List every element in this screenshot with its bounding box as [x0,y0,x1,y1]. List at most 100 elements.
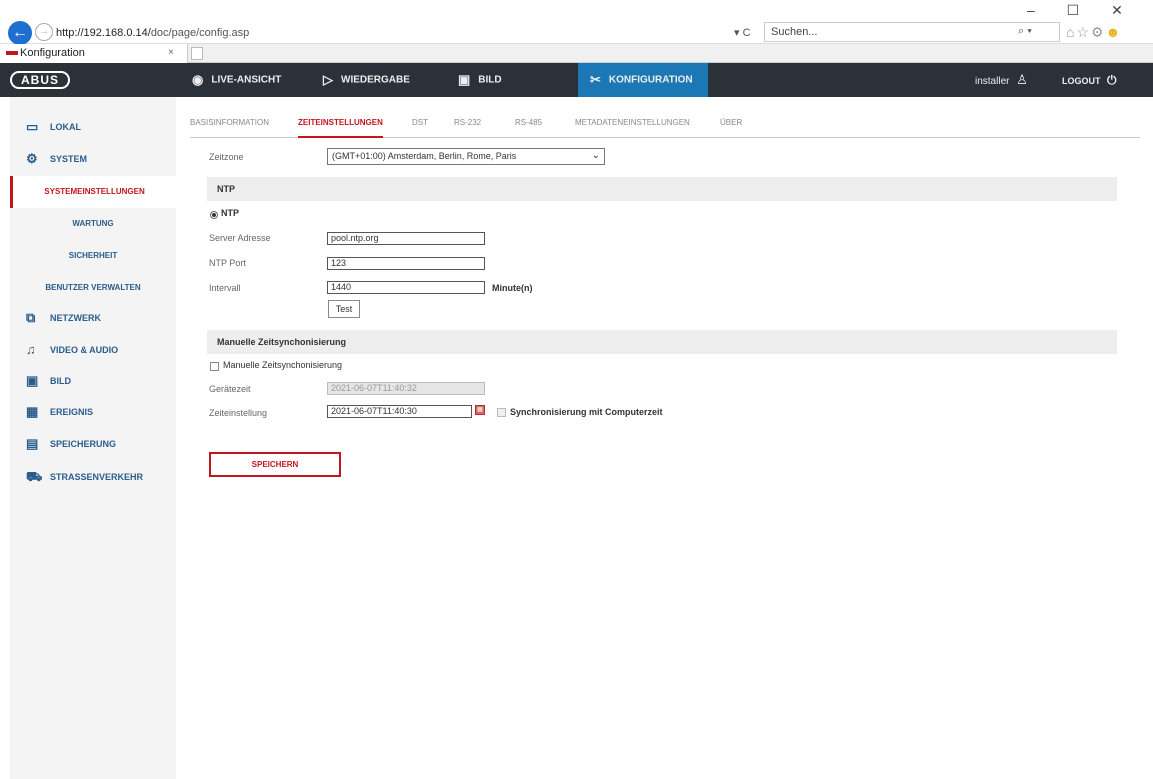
timezone-label: Zeitzone [209,152,244,162]
smiley-icon[interactable]: ☻ [1106,24,1123,40]
browser-favorites-icons[interactable]: ⌂☆⚙☻ [1066,24,1122,41]
gear-icon: ⚙ [26,151,38,166]
sidebar-item-label: BILD [50,376,71,386]
interval-label: Intervall [209,283,241,293]
back-arrow-icon[interactable]: ← [8,21,32,45]
url-path: doc/page/config.asp [150,27,250,39]
sidebar-sub-security[interactable]: SICHERHEIT [10,240,176,272]
play-icon: ▷ [323,72,333,87]
sidebar-item-network[interactable]: ⧉ NETZWERK [10,302,176,334]
nav-config-label: KONFIGURATION [608,74,693,86]
nav-image-label: BILD [478,74,502,86]
chevron-down-icon: ⌄ [591,150,600,161]
timezone-select[interactable]: (GMT+01:00) Amsterdam, Berlin, Rome, Par… [327,148,605,165]
app-top-nav: ABUS ◉ LIVE-ANSICHT ▷ WIEDERGABE ▣ BILD ✂ KO… [0,63,1153,97]
manual-sync-checkbox-label: Manuelle Zeitsynchonisierung [223,360,343,370]
settings-tabs: BASISINFORMATION ZEITEINSTELLUNGEN DST R… [190,112,1140,138]
sidebar-item-label: EREIGNIS [50,407,94,417]
sidebar-item-label: LOKAL [50,122,81,132]
address-bar[interactable]: http://192.168.0.14/doc/page/config.asp [56,27,249,39]
traffic-icon: ⛟ [26,469,43,484]
tab-time-settings[interactable]: ZEITEINSTELLUNGEN [298,112,383,138]
nav-playback-label: WIEDERGABE [341,74,410,86]
calendar-icon: ▦ [26,404,39,419]
sidebar-sub-maintenance[interactable]: WARTUNG [10,208,176,240]
search-dropdown-icon[interactable]: ⌕ ▾ [1018,25,1032,38]
logout-label: LOGOUT [1062,76,1101,86]
sidebar-sub-user-management[interactable]: BENUTZER VERWALTEN [10,272,176,304]
tab-title: Konfiguration [20,47,85,59]
time-setting-input[interactable]: 2021-06-07T11:40:30 [327,405,472,418]
user-name: installer [975,76,1010,87]
nav-live-label: LIVE-ANSICHT [211,74,282,86]
refresh-icon[interactable]: ▾ C [734,26,751,39]
tab-rs232[interactable]: RS-232 [454,112,481,138]
server-address-label: Server Adresse [209,233,271,243]
image-icon: ▣ [26,373,39,388]
sidebar-sub-systemsettings[interactable]: SYSTEMEINSTELLUNGEN [10,176,176,208]
ntp-radio[interactable] [210,211,218,219]
ntp-port-input[interactable]: 123 [327,257,485,270]
browser-tab-konfiguration[interactable]: Konfiguration [0,44,188,63]
timezone-value: (GMT+01:00) Amsterdam, Berlin, Rome, Par… [332,151,517,161]
power-icon: ⏻ [1107,73,1117,87]
new-tab-button[interactable] [191,47,203,60]
sidebar-item-video-audio[interactable]: ♫ VIDEO & AUDIO [10,334,176,366]
ntp-port-label: NTP Port [209,258,246,268]
video-audio-icon: ♫ [26,342,36,357]
tab-dst[interactable]: DST [412,112,428,138]
sidebar-item-event[interactable]: ▦ EREIGNIS [10,396,176,428]
tab-rs485[interactable]: RS-485 [515,112,542,138]
sidebar-item-label: STRAßENVERKEHR [50,472,144,482]
nav-live-view[interactable]: ◉ LIVE-ANSICHT [192,63,302,97]
abus-favicon-icon [6,51,18,56]
network-icon: ⧉ [26,310,36,325]
ntp-radio-label: NTP [221,208,239,218]
nav-configuration[interactable]: ✂ KONFIGURATION [578,63,708,97]
tab-close-icon[interactable]: × [168,47,174,58]
user-menu[interactable]: installer ♙ [975,63,1028,97]
image-icon: ▣ [458,72,471,87]
sidebar-item-traffic[interactable]: ⛟ STRAßENVERKEHR [10,461,176,493]
abus-logo: ABUS [10,71,70,89]
storage-icon: ▤ [26,436,39,451]
window-controls[interactable]: – ☐ ✕ [1027,2,1137,19]
home-star-gear-icon[interactable]: ⌂☆⚙ [1066,24,1106,40]
tab-metadata[interactable]: METADATENEINSTELLUNGEN [575,112,690,138]
sidebar-item-lokal[interactable]: ▭ LOKAL [10,111,176,143]
interval-unit: Minute(n) [492,283,533,293]
save-button[interactable]: SPEICHERN [209,452,341,477]
calendar-icon[interactable]: ▦ [475,405,485,415]
browser-search-input[interactable]: Suchen... [764,22,1060,42]
sidebar-item-label: SPEICHERUNG [50,439,117,449]
server-address-input[interactable]: pool.ntp.org [327,232,485,245]
ntp-section-header: NTP [207,177,1117,201]
interval-input[interactable]: 1440 [327,281,485,294]
time-setting-label: Zeiteinstellung [209,408,268,418]
device-time-input: 2021-06-07T11:40:32 [327,382,485,395]
nav-playback[interactable]: ▷ WIEDERGABE [323,63,433,97]
sidebar-item-system[interactable]: ⚙ SYSTEM [10,143,176,175]
device-time-label: Gerätezeit [209,384,251,394]
sidebar-item-image[interactable]: ▣ BILD [10,365,176,397]
sync-computer-time-label: Synchronisierung mit Computerzeit [510,407,663,417]
sync-computer-time-checkbox[interactable] [497,408,506,417]
sidebar-item-label: VIDEO & AUDIO [50,345,119,355]
browser-tab-strip: Konfiguration × [0,44,1153,63]
user-icon: ♙ [1016,72,1028,87]
sidebar-item-storage[interactable]: ▤ SPEICHERUNG [10,428,176,460]
sidebar: ▭ LOKAL ⚙ SYSTEM SYSTEMEINSTELLUNGEN WARTU… [10,97,176,779]
sidebar-item-label: NETZWERK [50,313,101,323]
monitor-icon: ▭ [26,119,39,134]
url-host: http://192.168.0.14/ [56,27,151,39]
forward-arrow-icon[interactable]: → [35,23,53,41]
nav-image[interactable]: ▣ BILD [458,63,558,97]
camera-icon: ◉ [192,72,204,87]
manual-sync-checkbox[interactable] [210,362,219,371]
logout-button[interactable]: LOGOUT ⏻ [1062,63,1117,97]
test-button[interactable]: Test [328,300,360,318]
sidebar-item-label: SYSTEM [50,154,88,164]
tab-about[interactable]: ÜBER [720,112,742,138]
browser-toolbar: ← → http://192.168.0.14/doc/page/config.… [0,0,1153,45]
tab-basic-info[interactable]: BASISINFORMATION [190,112,269,138]
